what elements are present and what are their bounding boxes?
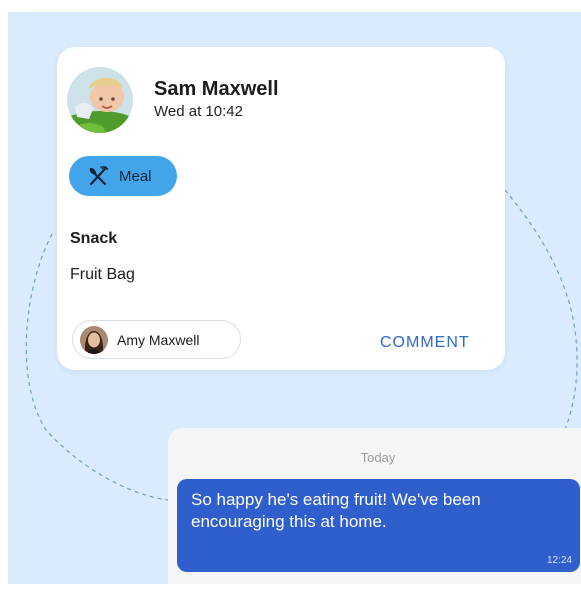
post-card: Sam Maxwell Wed at 10:42 Meal Snack Frui…	[57, 47, 505, 370]
message-time: 12:24	[546, 555, 572, 566]
tagged-person-chip[interactable]: Amy Maxwell	[72, 320, 241, 359]
chat-date-divider: Today	[360, 450, 396, 465]
avatar[interactable]	[67, 67, 133, 133]
canvas: Sam Maxwell Wed at 10:42 Meal Snack Frui…	[8, 12, 581, 584]
fork-knife-icon	[87, 165, 109, 187]
meal-category-label: Meal	[119, 167, 152, 185]
chat-card: Today So happy he's eating fruit! We've …	[168, 428, 581, 584]
message-bubble[interactable]: So happy he's eating fruit! We've been e…	[177, 479, 580, 572]
person-avatar	[80, 325, 108, 354]
post-timestamp: Wed at 10:42	[154, 103, 243, 120]
author-name: Sam Maxwell	[154, 78, 279, 100]
tagged-person-name: Amy Maxwell	[117, 331, 200, 348]
section-title: Snack	[70, 230, 118, 247]
meal-category-chip[interactable]: Meal	[69, 156, 177, 196]
comment-button[interactable]: COMMENT	[380, 334, 470, 352]
message-text: So happy he's eating fruit! We've been e…	[191, 490, 481, 531]
section-item: Fruit Bag	[70, 266, 135, 283]
